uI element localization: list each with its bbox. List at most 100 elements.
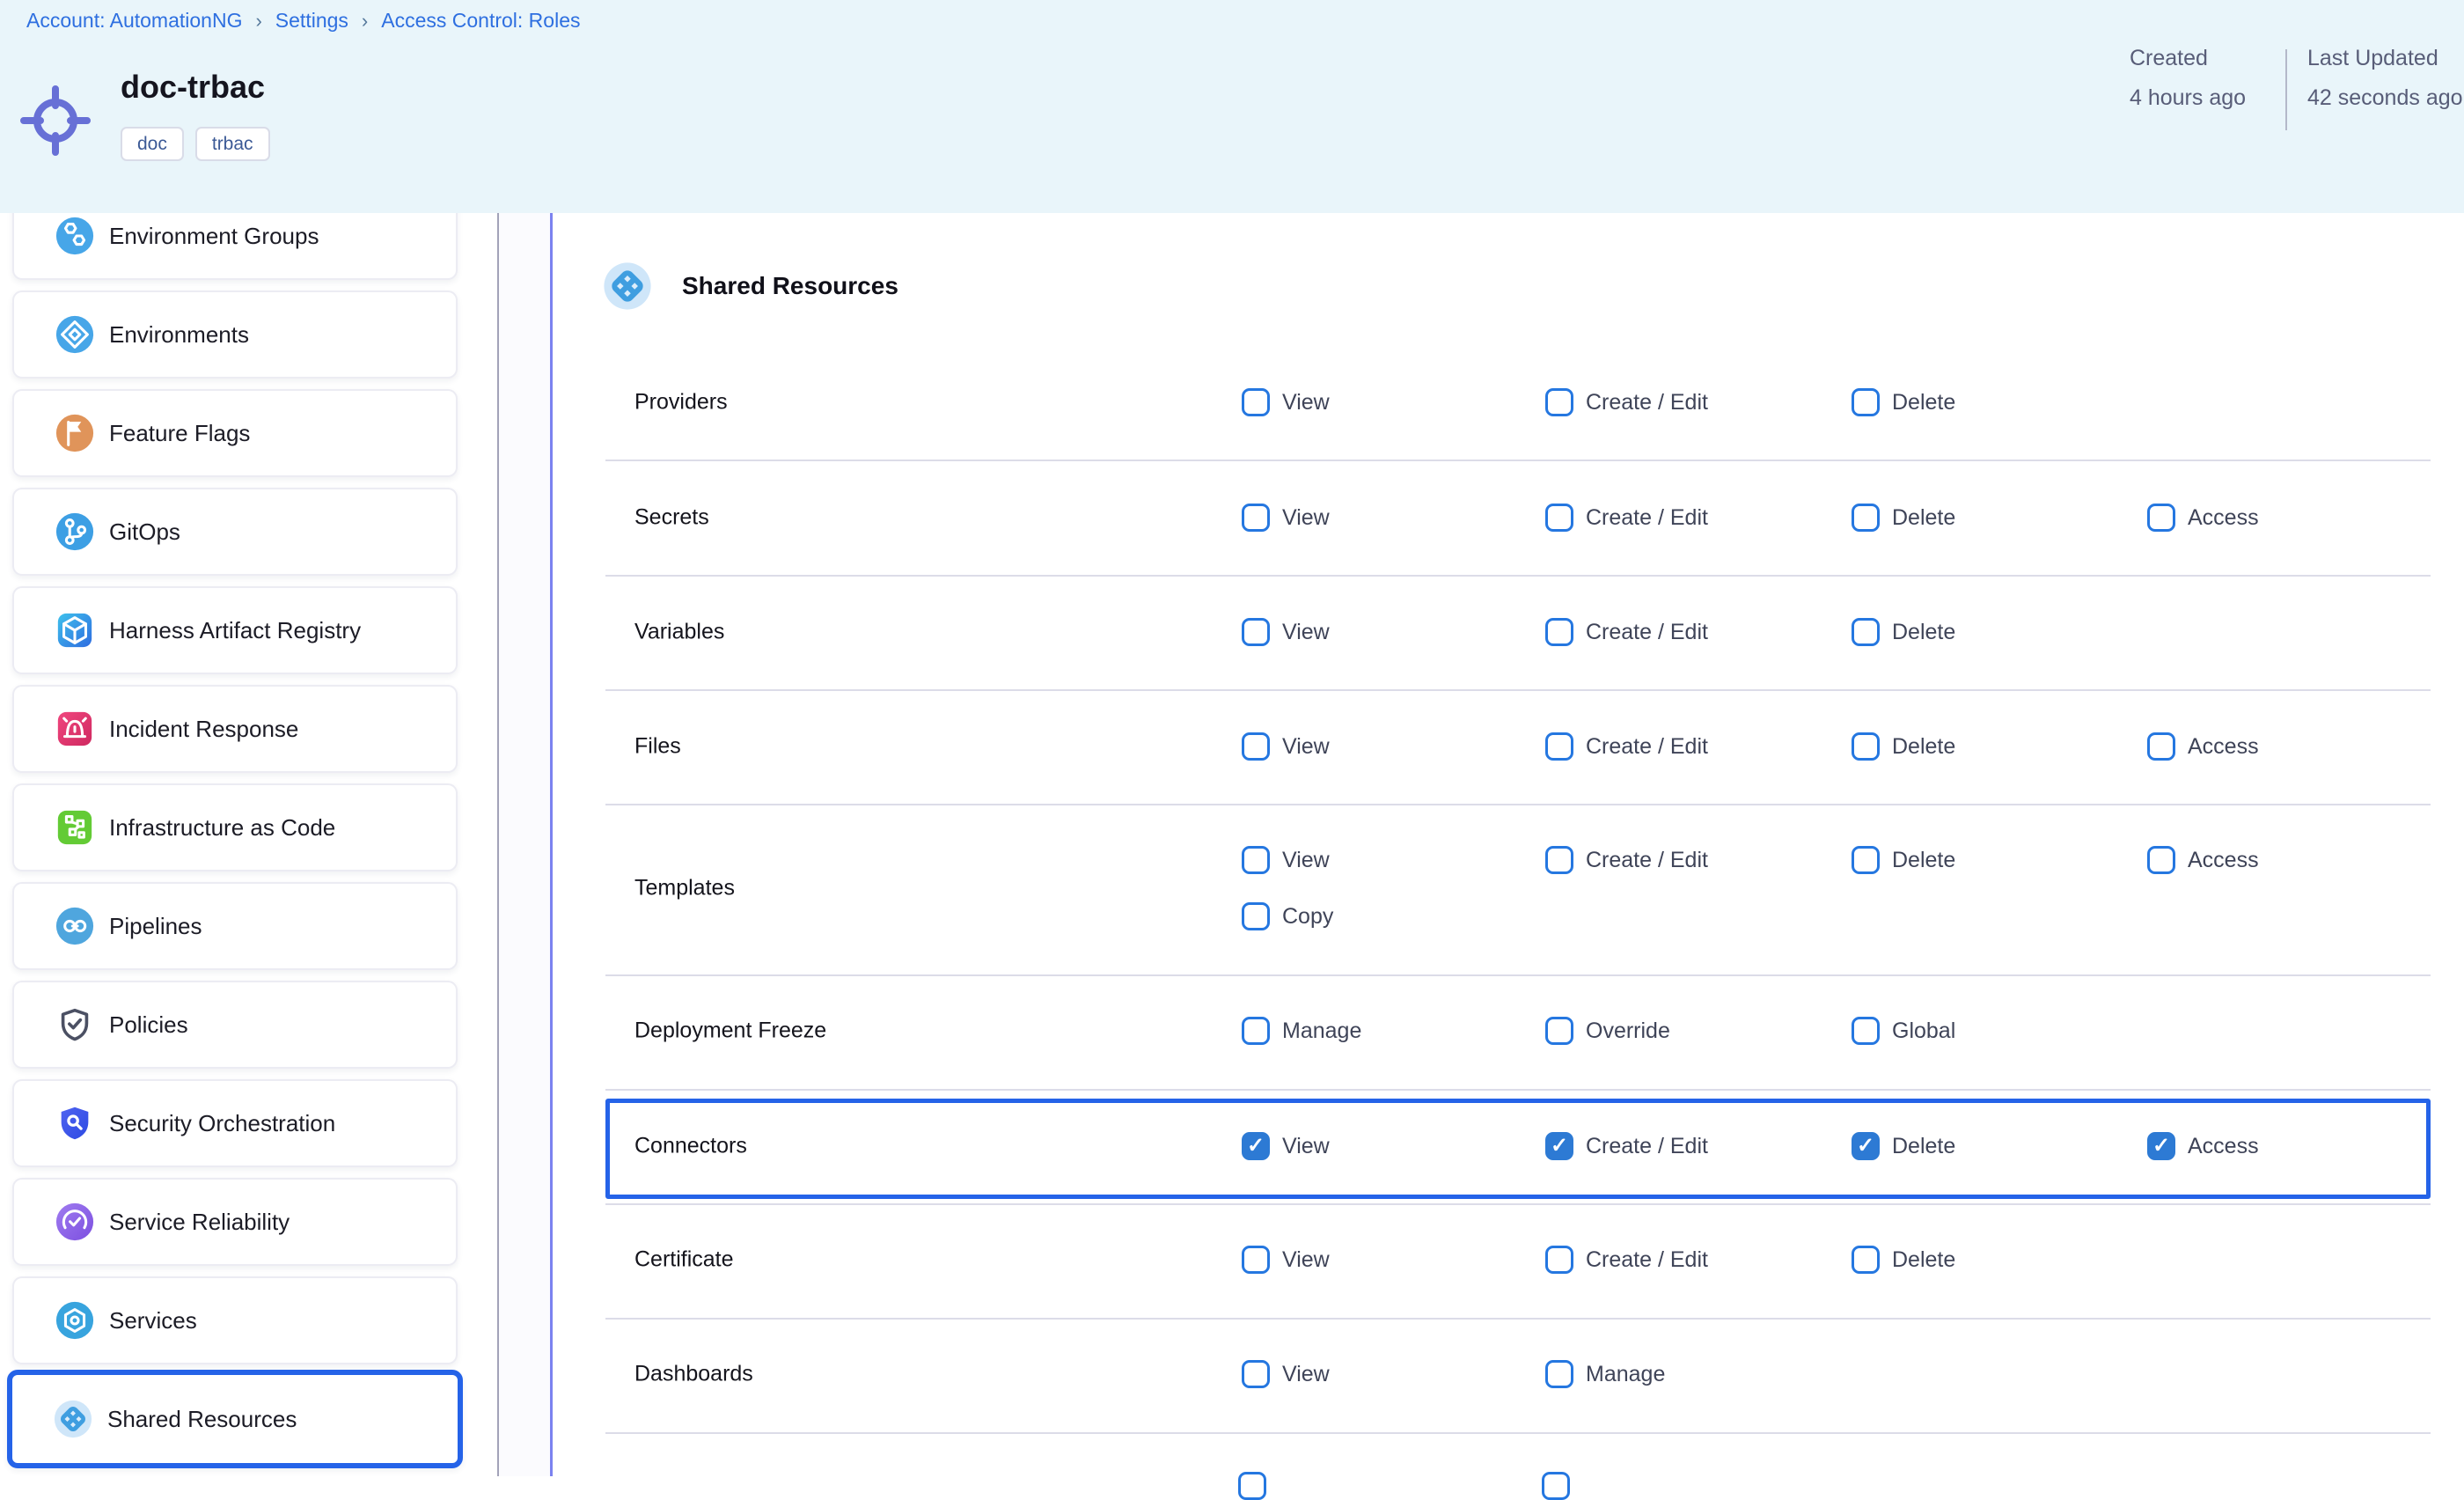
row-divider — [605, 689, 2431, 691]
sidebar-item-label: Policies — [109, 1011, 188, 1039]
last-updated-value: 42 seconds ago — [2307, 85, 2463, 111]
permission-option-delete: Delete — [1852, 388, 1955, 416]
permission-label: Delete — [1892, 1134, 1955, 1159]
checkbox-view[interactable] — [1242, 1246, 1270, 1274]
roles-permission-page: { "breadcrumb": { "items": ["Account: Au… — [0, 0, 2464, 1476]
checkbox-view[interactable] — [1242, 388, 1270, 416]
permission-option-manage: Manage — [1545, 1360, 1665, 1388]
breadcrumb-account-link[interactable]: Account: AutomationNG — [26, 9, 242, 33]
checkbox-manage[interactable] — [1242, 1017, 1270, 1045]
permission-label: View — [1282, 620, 1330, 645]
gitops-icon — [55, 511, 95, 552]
tag-chip: doc — [121, 127, 184, 161]
checkbox-access[interactable] — [2147, 846, 2175, 874]
checkbox-view[interactable] — [1242, 504, 1270, 532]
sidebar-item-label: Pipelines — [109, 913, 202, 940]
checkbox-create-edit[interactable] — [1545, 504, 1573, 532]
content-area: Environment Groups Environments Feature … — [0, 0, 2464, 1476]
breadcrumb-settings-link[interactable]: Settings — [275, 9, 348, 33]
permission-option-create-edit: Create / Edit — [1545, 388, 1708, 416]
checkbox-access[interactable] — [2147, 504, 2175, 532]
sidebar-item-feature-flags[interactable]: Feature Flags — [12, 389, 458, 477]
sidebar-item-services[interactable]: Services — [12, 1276, 458, 1364]
checkbox-view[interactable] — [1242, 1360, 1270, 1388]
environment-groups-icon — [55, 216, 95, 256]
checkbox-manage[interactable] — [1545, 1360, 1573, 1388]
sidebar-item-label: Environments — [109, 321, 249, 349]
permission-option-access: Access — [2147, 504, 2259, 532]
checkbox-global[interactable] — [1852, 1017, 1880, 1045]
sidebar-item-harness-artifact-registry[interactable]: Harness Artifact Registry — [12, 586, 458, 674]
checkbox-delete[interactable] — [1852, 1246, 1880, 1274]
permission-option-delete: ✓ Delete — [1852, 1132, 1955, 1160]
permission-option-create-edit: ✓Create / Edit — [1545, 1132, 1708, 1160]
checkbox-override[interactable] — [1545, 1017, 1573, 1045]
permission-label: Access — [2188, 505, 2259, 531]
sidebar-item-incident-response[interactable]: Incident Response — [12, 685, 458, 773]
panel-left-border — [550, 213, 553, 1476]
checkbox-create-edit[interactable] — [1545, 618, 1573, 646]
checkbox-delete[interactable]: ✓ — [1852, 1132, 1880, 1160]
checkbox-copy[interactable] — [1242, 902, 1270, 930]
permission-option-delete: Delete — [1852, 846, 1955, 874]
sidebar-item-shared-resources[interactable]: Shared Resources — [7, 1370, 463, 1468]
permission-label: Create / Edit — [1586, 734, 1708, 760]
checkbox-create-edit[interactable] — [1545, 846, 1573, 874]
sidebar-item-gitops[interactable]: GitOps — [12, 488, 458, 576]
checkbox-access[interactable] — [2147, 732, 2175, 761]
checkbox-view[interactable]: ✓ — [1242, 1132, 1270, 1160]
row-divider — [605, 804, 2431, 805]
row-divider — [605, 1318, 2431, 1320]
checkbox-delete[interactable] — [1852, 846, 1880, 874]
sidebar-item-environments[interactable]: Environments — [12, 290, 458, 379]
permission-option-create-edit: Create / Edit — [1545, 846, 1708, 874]
permission-label: Delete — [1892, 505, 1955, 531]
sidebar-item-label: Shared Resources — [107, 1406, 297, 1433]
checkbox-view[interactable] — [1242, 846, 1270, 874]
permission-option-view: View — [1242, 846, 1330, 874]
resource-name: Certificate — [634, 1247, 734, 1273]
resource-name: Secrets — [634, 505, 709, 531]
permission-option-delete: Delete — [1852, 504, 1955, 532]
permission-label: Access — [2188, 848, 2259, 873]
sidebar-item-security-orchestration[interactable]: Security Orchestration — [12, 1079, 458, 1167]
policies-icon — [55, 1004, 95, 1045]
checkbox-view[interactable] — [1242, 732, 1270, 761]
checkbox-delete[interactable] — [1852, 504, 1880, 532]
permission-option-delete: Delete — [1852, 1246, 1955, 1274]
permission-label: View — [1282, 390, 1330, 415]
permission-label: Manage — [1282, 1018, 1361, 1044]
shared-resources-icon — [53, 1399, 93, 1439]
row-divider — [605, 1432, 2431, 1434]
permission-label: Copy — [1282, 904, 1333, 930]
permission-option-view: View — [1242, 618, 1330, 646]
sidebar-gutter — [499, 213, 550, 1476]
sidebar-item-pipelines[interactable]: Pipelines — [12, 882, 458, 970]
sidebar-item-policies[interactable]: Policies — [12, 981, 458, 1069]
permission-label: View — [1282, 505, 1330, 531]
permission-label: Create / Edit — [1586, 1247, 1708, 1273]
sidebar-item-service-reliability[interactable]: Service Reliability — [12, 1178, 458, 1266]
sidebar-item-infrastructure-as-code[interactable]: Infrastructure as Code — [12, 783, 458, 871]
permission-option-create-edit: Create / Edit — [1545, 504, 1708, 532]
checkbox-create-edit[interactable] — [1545, 1246, 1573, 1274]
checkbox-delete[interactable] — [1852, 388, 1880, 416]
permission-label: Delete — [1892, 390, 1955, 415]
checkbox-view[interactable] — [1242, 618, 1270, 646]
pipelines-icon — [55, 906, 95, 946]
permission-option-view: View — [1242, 388, 1330, 416]
permission-label: Override — [1586, 1018, 1670, 1044]
checkbox-access[interactable]: ✓ — [2147, 1132, 2175, 1160]
checkbox-delete[interactable] — [1852, 618, 1880, 646]
role-crosshair-icon — [18, 83, 93, 158]
sidebar-item-label: Incident Response — [109, 716, 298, 743]
last-updated-meta: Last Updated 42 seconds ago — [2307, 46, 2463, 111]
checkbox-create-edit[interactable]: ✓ — [1545, 1132, 1573, 1160]
permission-option-copy: Copy — [1242, 902, 1333, 930]
permission-label: View — [1282, 848, 1330, 873]
meta-divider — [2285, 49, 2287, 130]
checkbox-create-edit[interactable] — [1545, 388, 1573, 416]
checkbox-create-edit[interactable] — [1545, 732, 1573, 761]
breadcrumb-roles-link[interactable]: Access Control: Roles — [381, 9, 580, 33]
checkbox-delete[interactable] — [1852, 732, 1880, 761]
